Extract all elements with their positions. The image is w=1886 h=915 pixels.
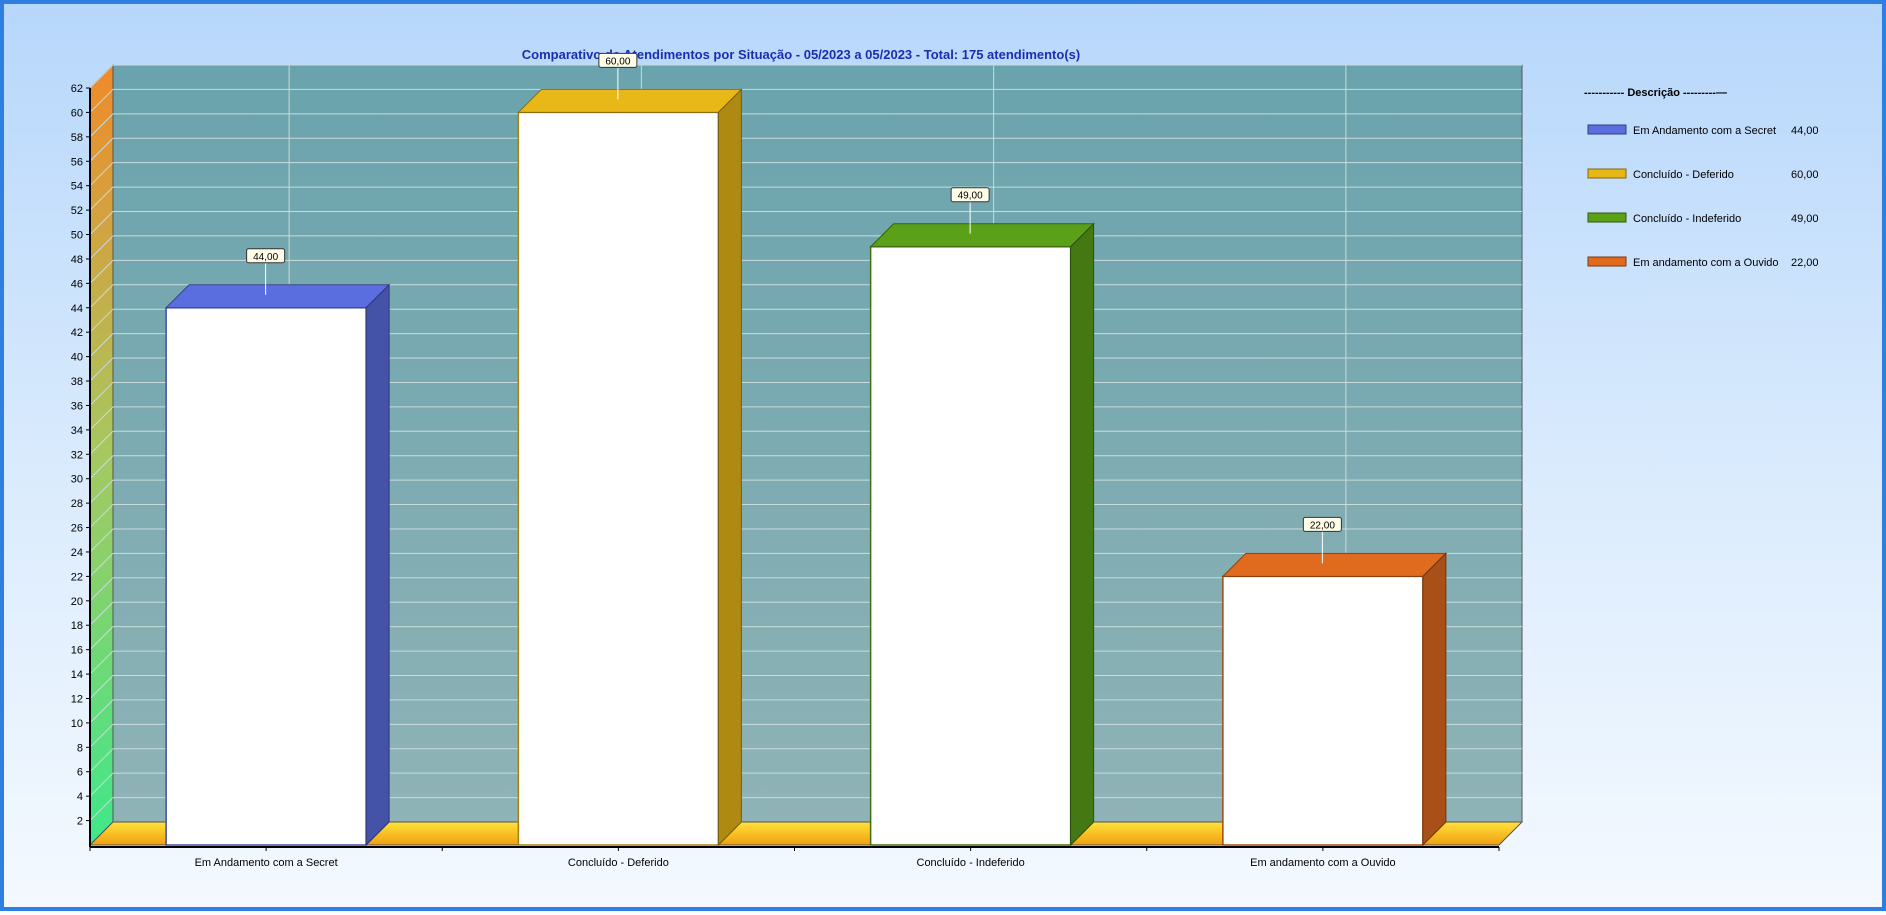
legend-value: 60,00 <box>1791 169 1819 181</box>
y-tick-label: 40 <box>71 352 83 364</box>
legend: ----------- Descrição ---------— Em Anda… <box>1584 87 1819 269</box>
legend-swatch <box>1587 124 1627 135</box>
y-tick-label: 18 <box>71 620 83 632</box>
chart-frame: Comparativo de Atendimentos por Situação… <box>0 0 1886 911</box>
y-tick-label: 62 <box>71 83 83 95</box>
y-tick-label: 46 <box>71 278 83 290</box>
y-axis: 2468101214161820222426283032343638404244… <box>71 83 90 828</box>
y-tick-label: 48 <box>71 254 83 266</box>
y-tick-label: 4 <box>77 791 83 803</box>
bar-side <box>717 88 742 847</box>
legend-label: Em andamento com a Ouvido <box>1633 257 1779 269</box>
legend-swatch <box>1587 168 1627 179</box>
legend-value: 44,00 <box>1791 125 1819 137</box>
bar-side <box>1070 222 1095 847</box>
bar-top <box>1221 552 1448 577</box>
bar-side <box>365 283 390 847</box>
y-tick-label: 34 <box>71 425 83 437</box>
data-label: 60,00 <box>605 56 630 67</box>
y-tick-label: 52 <box>71 205 83 217</box>
bar-chart: Comparativo de Atendimentos por Situação… <box>71 47 1819 869</box>
y-tick-label: 2 <box>77 816 83 828</box>
y-tick-label: 54 <box>71 181 83 193</box>
data-label: 49,00 <box>958 191 983 202</box>
category-labels: Em Andamento com a Secret Concluído - Def… <box>89 847 1500 869</box>
y-tick-label: 26 <box>71 523 83 535</box>
legend-label: Concluído - Indeferido <box>1633 213 1741 225</box>
bar-front <box>517 111 720 846</box>
legend-label: Em Andamento com a Secret <box>1633 125 1776 137</box>
category-label: Em Andamento com a Secret <box>195 857 338 869</box>
legend-heading: ----------- Descrição ---------— <box>1584 87 1727 99</box>
y-tick-label: 58 <box>71 132 83 144</box>
bar-top <box>517 88 743 113</box>
data-label: 44,00 <box>253 252 278 263</box>
y-tick-label: 38 <box>71 376 83 388</box>
y-tick-label: 6 <box>77 767 83 779</box>
y-tick-label: 22 <box>71 571 83 583</box>
y-tick-label: 56 <box>71 156 83 168</box>
y-tick-label: 36 <box>71 400 83 412</box>
legend-swatch <box>1587 212 1627 223</box>
bar-front <box>1222 575 1424 846</box>
category-label: Concluído - Deferido <box>568 857 669 869</box>
bar-front <box>165 307 367 846</box>
y-tick-label: 16 <box>71 645 83 657</box>
y-tick-label: 50 <box>71 230 83 242</box>
y-tick-label: 20 <box>71 596 83 608</box>
data-label: 22,00 <box>1310 520 1335 531</box>
y-tick-label: 42 <box>71 327 83 339</box>
bar-top <box>869 223 1095 248</box>
legend-swatch <box>1587 256 1627 267</box>
y-tick-label: 10 <box>71 718 83 730</box>
y-tick-label: 28 <box>71 498 83 510</box>
legend-value: 22,00 <box>1791 257 1819 269</box>
y-tick-label: 14 <box>71 669 83 681</box>
y-tick-label: 24 <box>71 547 83 559</box>
y-tick-label: 32 <box>71 449 83 461</box>
bar-front <box>869 245 1072 846</box>
bar-top <box>164 284 391 309</box>
category-label: Concluído - Indeferido <box>917 857 1025 869</box>
legend-label: Concluído - Deferido <box>1633 169 1734 181</box>
bar-side <box>1422 552 1447 847</box>
y-tick-label: 60 <box>71 107 83 119</box>
category-label: Em andamento com a Ouvido <box>1250 857 1396 869</box>
y-tick-label: 8 <box>77 742 83 754</box>
y-tick-label: 12 <box>71 693 83 705</box>
y-tick-label: 30 <box>71 474 83 486</box>
legend-value: 49,00 <box>1791 213 1819 225</box>
y-tick-label: 44 <box>71 303 83 315</box>
